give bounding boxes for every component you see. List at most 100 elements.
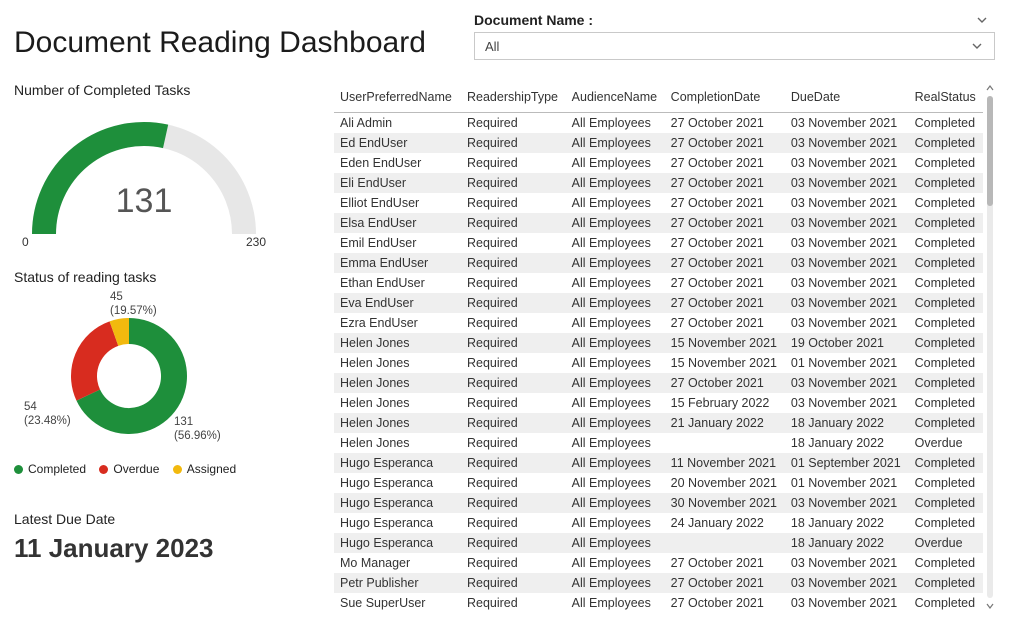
table-row[interactable]: Helen JonesRequiredAll Employees27 Octob… [334, 373, 983, 393]
table-row[interactable]: Helen JonesRequiredAll Employees15 Febru… [334, 393, 983, 413]
table-cell: Ethan EndUser [334, 273, 461, 293]
scroll-up-arrow-icon[interactable] [985, 82, 995, 94]
table-cell: Petr Publisher [334, 573, 461, 593]
legend-overdue[interactable]: Overdue [99, 462, 159, 476]
table-cell: Completed [909, 273, 983, 293]
table-row[interactable]: Ed EndUserRequiredAll Employees27 Octobe… [334, 133, 983, 153]
table-cell: Completed [909, 293, 983, 313]
table-row[interactable]: Emma EndUserRequiredAll Employees27 Octo… [334, 253, 983, 273]
scrollbar-thumb[interactable] [987, 96, 993, 206]
table-row[interactable]: Elsa EndUserRequiredAll Employees27 Octo… [334, 213, 983, 233]
table-cell: All Employees [566, 293, 665, 313]
table-cell: Required [461, 493, 566, 513]
table-cell: 24 January 2022 [665, 513, 785, 533]
table-cell: Required [461, 513, 566, 533]
table-cell: 27 October 2021 [665, 373, 785, 393]
legend-assigned[interactable]: Assigned [173, 462, 236, 476]
table-cell: 18 January 2022 [785, 513, 909, 533]
table-row[interactable]: Hugo EsperancaRequiredAll Employees11 No… [334, 453, 983, 473]
table-cell [665, 533, 785, 553]
table-cell: 30 November 2021 [665, 493, 785, 513]
table-row[interactable]: Helen JonesRequiredAll Employees18 Janua… [334, 433, 983, 453]
gauge-title: Number of Completed Tasks [14, 82, 324, 98]
table-cell: Hugo Esperanca [334, 513, 461, 533]
dashboard-page: Document Reading Dashboard Document Name… [0, 0, 1013, 638]
table-row[interactable]: Ethan EndUserRequiredAll Employees27 Oct… [334, 273, 983, 293]
table-cell: 03 November 2021 [785, 573, 909, 593]
table-row[interactable]: Eli EndUserRequiredAll Employees27 Octob… [334, 173, 983, 193]
table-cell: 27 October 2021 [665, 173, 785, 193]
table-cell: Emma EndUser [334, 253, 461, 273]
table-row[interactable]: Ezra EndUserRequiredAll Employees27 Octo… [334, 313, 983, 333]
chevron-down-icon [970, 39, 984, 53]
table-cell: 18 January 2022 [785, 413, 909, 433]
table-cell: All Employees [566, 373, 665, 393]
column-header[interactable]: CompletionDate [665, 82, 785, 113]
filter-block: Document Name : All [474, 10, 995, 60]
table-cell: 20 November 2021 [665, 473, 785, 493]
table-cell: 27 October 2021 [665, 293, 785, 313]
table-cell: Required [461, 393, 566, 413]
table-row[interactable]: Elliot EndUserRequiredAll Employees27 Oc… [334, 193, 983, 213]
column-header[interactable]: ReadershipType [461, 82, 566, 113]
table-row[interactable]: Eva EndUserRequiredAll Employees27 Octob… [334, 293, 983, 313]
column-header[interactable]: DueDate [785, 82, 909, 113]
table-cell: Required [461, 113, 566, 134]
chevron-down-icon[interactable] [975, 13, 989, 27]
table-cell: All Employees [566, 213, 665, 233]
table-row[interactable]: Hugo EsperancaRequiredAll Employees30 No… [334, 493, 983, 513]
table-cell: Eden EndUser [334, 153, 461, 173]
document-name-dropdown[interactable]: All [474, 32, 995, 60]
table-row[interactable]: Helen JonesRequiredAll Employees15 Novem… [334, 353, 983, 373]
table-row[interactable]: Sue SuperUserRequiredAll Employees27 Oct… [334, 593, 983, 612]
table-row[interactable]: Helen JonesRequiredAll Employees21 Janua… [334, 413, 983, 433]
table-cell: 03 November 2021 [785, 313, 909, 333]
table-cell: Completed [909, 473, 983, 493]
table-cell: Helen Jones [334, 333, 461, 353]
table-cell: All Employees [566, 113, 665, 134]
vertical-scrollbar[interactable] [985, 82, 995, 612]
table-row[interactable]: Hugo EsperancaRequiredAll Employees18 Ja… [334, 533, 983, 553]
table-row[interactable]: Helen JonesRequiredAll Employees15 Novem… [334, 333, 983, 353]
table-cell: 18 January 2022 [785, 533, 909, 553]
column-header[interactable]: RealStatus [909, 82, 983, 113]
table-row[interactable]: Eden EndUserRequiredAll Employees27 Octo… [334, 153, 983, 173]
latest-due-block: Latest Due Date 11 January 2023 [14, 511, 324, 564]
table-row[interactable]: Hugo EsperancaRequiredAll Employees20 No… [334, 473, 983, 493]
table-row[interactable]: Petr PublisherRequiredAll Employees27 Oc… [334, 573, 983, 593]
table-cell: Helen Jones [334, 433, 461, 453]
table-cell: 03 November 2021 [785, 393, 909, 413]
column-header[interactable]: AudienceName [566, 82, 665, 113]
header-row: Document Reading Dashboard Document Name… [14, 10, 995, 60]
table-cell: 18 January 2022 [785, 433, 909, 453]
table-row[interactable]: Mo ManagerRequiredAll Employees27 Octobe… [334, 553, 983, 573]
donut-legend: Completed Overdue Assigned [14, 462, 324, 477]
column-header[interactable]: UserPreferredName [334, 82, 461, 113]
table-cell: Elliot EndUser [334, 193, 461, 213]
left-column: Number of Completed Tasks 131 0 230 Stat… [14, 82, 334, 612]
table-cell: 15 February 2022 [665, 393, 785, 413]
table-row[interactable]: Ali AdminRequiredAll Employees27 October… [334, 113, 983, 134]
table-cell: All Employees [566, 193, 665, 213]
table-cell: Required [461, 133, 566, 153]
table-cell: Required [461, 233, 566, 253]
table-cell: All Employees [566, 533, 665, 553]
latest-due-title: Latest Due Date [14, 511, 324, 527]
table-row[interactable]: Hugo EsperancaRequiredAll Employees24 Ja… [334, 513, 983, 533]
table-cell: Completed [909, 513, 983, 533]
table-cell: Elsa EndUser [334, 213, 461, 233]
scroll-down-arrow-icon[interactable] [985, 600, 995, 612]
table-cell: All Employees [566, 433, 665, 453]
table-cell: 27 October 2021 [665, 153, 785, 173]
table-cell: 03 November 2021 [785, 293, 909, 313]
table-cell: 27 October 2021 [665, 553, 785, 573]
table-row[interactable]: Emil EndUserRequiredAll Employees27 Octo… [334, 233, 983, 253]
table-header: UserPreferredNameReadershipTypeAudienceN… [334, 82, 983, 113]
scrollbar-track[interactable] [987, 96, 993, 598]
table-cell: 03 November 2021 [785, 233, 909, 253]
table-cell: Required [461, 273, 566, 293]
latest-due-value: 11 January 2023 [14, 533, 324, 564]
table-cell: Overdue [909, 533, 983, 553]
table-cell: 03 November 2021 [785, 253, 909, 273]
legend-completed[interactable]: Completed [14, 462, 86, 476]
